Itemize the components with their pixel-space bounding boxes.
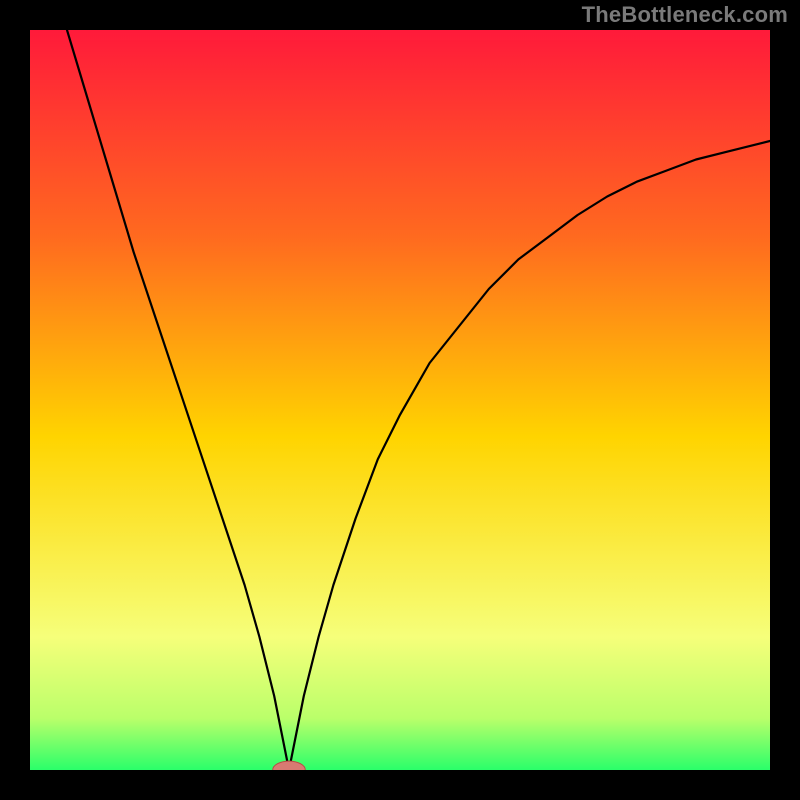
gradient-background xyxy=(30,30,770,770)
plot-area xyxy=(30,30,770,770)
chart-container: TheBottleneck.com xyxy=(0,0,800,800)
chart-svg xyxy=(30,30,770,770)
watermark-text: TheBottleneck.com xyxy=(582,2,788,28)
